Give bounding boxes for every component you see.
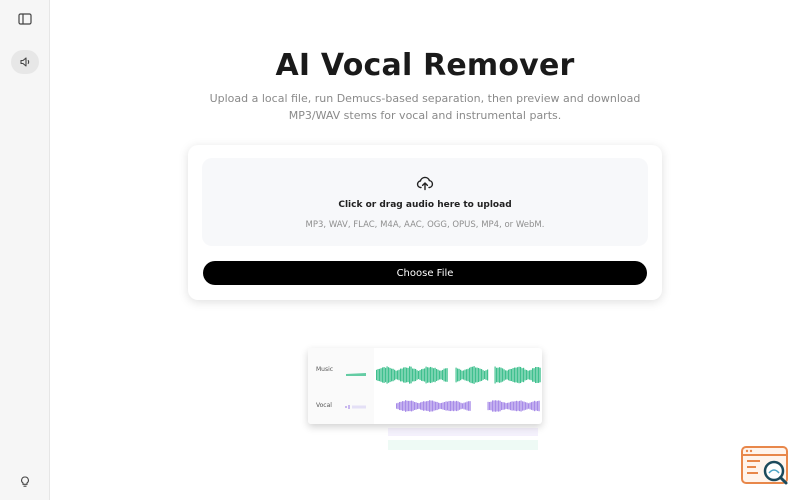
speaker-icon (19, 57, 29, 67)
tips-button[interactable] (11, 470, 39, 494)
music-waveform (376, 366, 541, 384)
stems-preview-illustration: Music Vocal (308, 348, 542, 458)
search-window-icon (741, 446, 788, 485)
sidebar (0, 0, 50, 500)
stems-preview-card: Music Vocal (308, 348, 542, 424)
main-content: AI Vocal Remover Upload a local file, ru… (50, 0, 800, 500)
choose-file-button[interactable]: Choose File (203, 261, 647, 285)
lightbulb-icon (21, 476, 29, 487)
preview-reflection (308, 426, 542, 458)
supported-formats: MP3, WAV, FLAC, M4A, AAC, OGG, OPUS, MP4… (305, 220, 545, 230)
page-title: AI Vocal Remover (275, 48, 575, 83)
vocal-mini-bars (345, 405, 366, 409)
cloud-upload-icon (416, 176, 434, 191)
upload-dropzone[interactable]: Click or drag audio here to upload MP3, … (202, 158, 648, 246)
waveform-graphic (345, 366, 541, 412)
vocal-remover-nav-button[interactable] (11, 50, 39, 74)
feedback-button[interactable] (740, 445, 790, 489)
vocal-waveform (396, 400, 540, 412)
sidebar-toggle-button[interactable] (11, 7, 39, 31)
upload-title: Click or drag audio here to upload (338, 200, 512, 210)
page-subtitle: Upload a local file, run Demucs-based se… (209, 92, 641, 122)
upload-card: Click or drag audio here to upload MP3, … (188, 145, 662, 300)
sidebar-toggle-icon (18, 13, 32, 25)
